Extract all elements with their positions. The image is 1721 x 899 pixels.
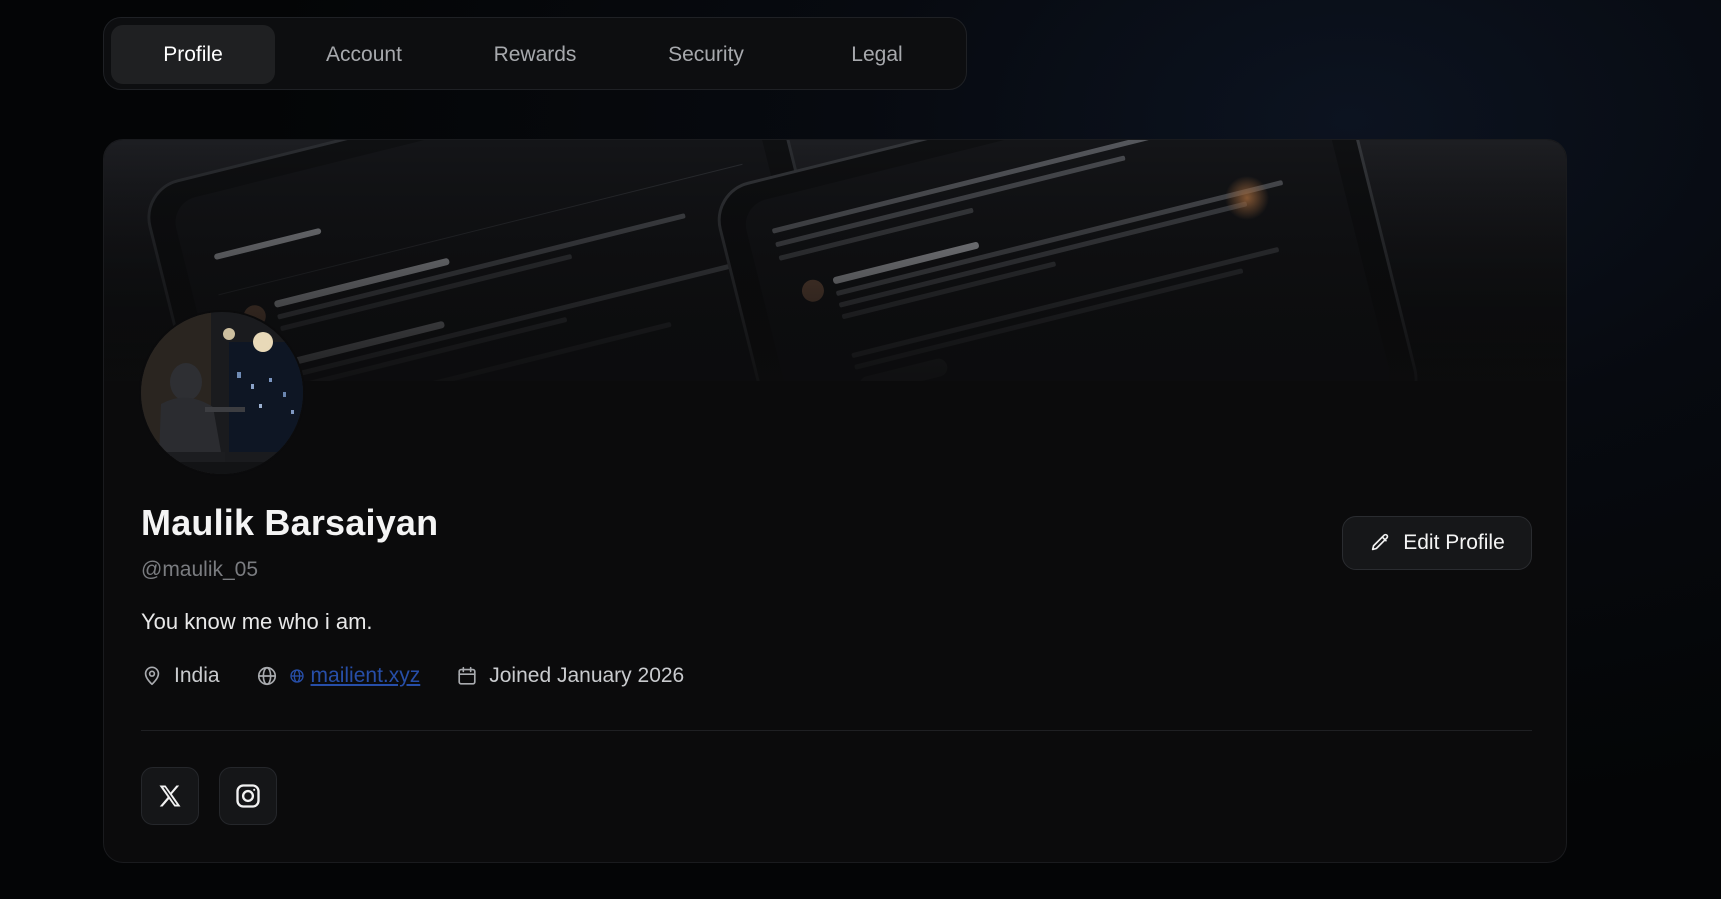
pencil-icon <box>1372 533 1389 551</box>
profile-meta: India mailient.xyz Joined January 2026 <box>141 664 720 688</box>
tab-security[interactable]: Security <box>624 25 788 84</box>
edit-profile-label: Edit Profile <box>1403 531 1505 554</box>
profile-name: Maulik Barsaiyan <box>141 502 439 543</box>
cover-banner <box>104 140 1566 381</box>
meta-joined: Joined January 2026 <box>456 664 684 688</box>
globe-icon <box>257 666 276 686</box>
calendar-icon <box>458 666 476 685</box>
profile-bio: You know me who i am. <box>141 609 373 634</box>
tab-account[interactable]: Account <box>282 25 446 84</box>
location-text: India <box>174 664 220 687</box>
meta-website: mailient.xyz <box>256 664 421 688</box>
edit-profile-button[interactable]: Edit Profile <box>1342 516 1532 570</box>
tab-legal[interactable]: Legal <box>795 25 959 84</box>
joined-text: Joined January 2026 <box>489 664 685 687</box>
x-social-button[interactable] <box>141 767 199 825</box>
settings-tab-bar: Profile Account Rewards Security Legal <box>103 17 967 90</box>
profile-handle: @maulik_05 <box>141 558 259 581</box>
profile-card: Maulik Barsaiyan @maulik_05 You know me … <box>103 139 1567 863</box>
map-pin-icon <box>144 666 160 686</box>
tab-rewards[interactable]: Rewards <box>453 25 617 84</box>
instagram-icon <box>236 784 260 808</box>
link-globe-icon <box>289 669 304 683</box>
avatar-photo <box>141 312 303 474</box>
divider <box>141 730 1532 731</box>
website-text: mailient.xyz <box>310 664 421 687</box>
x-logo-icon <box>159 785 181 807</box>
meta-location: India <box>141 664 220 688</box>
tab-profile[interactable]: Profile <box>111 25 275 84</box>
avatar[interactable] <box>141 312 303 474</box>
instagram-social-button[interactable] <box>219 767 277 825</box>
cover-image <box>104 140 1566 381</box>
website-link[interactable]: mailient.xyz <box>289 664 421 688</box>
